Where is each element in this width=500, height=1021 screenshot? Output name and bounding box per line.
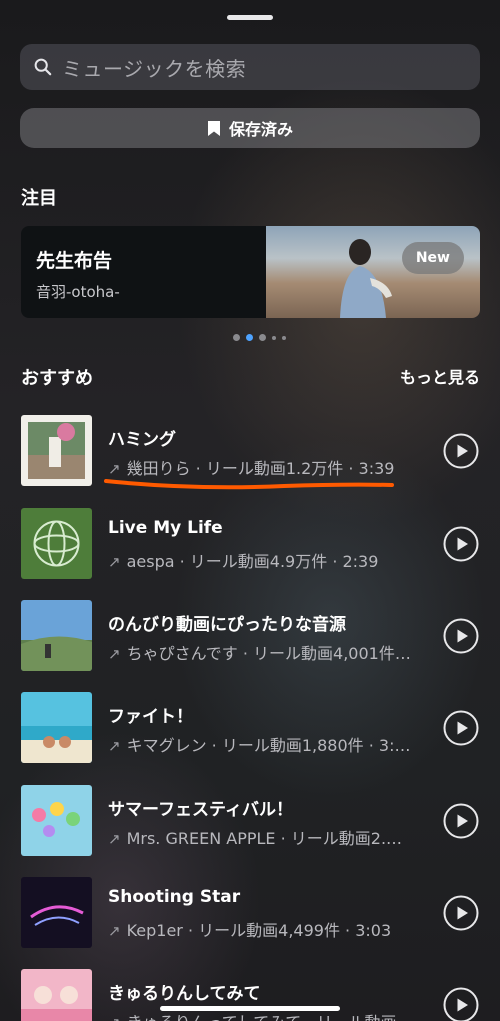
page-dot-active [246, 334, 253, 341]
album-cover [21, 785, 92, 856]
track-title: ハミング [108, 430, 176, 450]
saved-button-label: 保存済み [228, 120, 293, 139]
track-subtitle: きゅるりんってしてみて · リール動画… [127, 1013, 413, 1021]
featured-section-title: 注目 [21, 188, 57, 209]
track-title: のんびり動画にぴったりな音源 [108, 615, 346, 635]
play-icon[interactable] [443, 803, 479, 839]
search-bar[interactable]: ミュージックを検索 [20, 44, 480, 90]
album-cover [21, 508, 92, 579]
search-icon [34, 58, 52, 76]
new-badge: New [401, 242, 464, 274]
album-cover [21, 600, 92, 671]
album-cover [21, 692, 92, 763]
home-indicator[interactable] [160, 1006, 340, 1011]
artist-photo [340, 239, 392, 318]
track-subtitle: Mrs. GREEN APPLE · リール動画2.… [126, 829, 403, 848]
track-title: Live My Life [108, 518, 223, 538]
featured-artwork: New [266, 226, 480, 318]
track-row[interactable]: Live My Life ↗ aespa · リール動画4.9万件 · 2:39 [0, 508, 500, 582]
track-title: きゅるりんしてみて [108, 984, 261, 1004]
play-icon[interactable] [443, 618, 479, 654]
trending-arrow-icon: ↗ [108, 645, 121, 663]
trending-arrow-icon: ↗ [108, 830, 121, 848]
saved-button[interactable]: 保存済み [20, 108, 480, 148]
album-cover [21, 415, 92, 486]
featured-card[interactable]: 先生布告 音羽-otoha- New [21, 226, 480, 318]
track-title: Shooting Star [108, 887, 241, 907]
see-more-link[interactable]: もっと見る [400, 364, 480, 388]
sheet-grabber[interactable] [227, 15, 273, 20]
trending-arrow-icon: ↗ [108, 737, 121, 755]
track-row[interactable]: ファイト！ ↗ キマグレン · リール動画1,880件 · 3:… [0, 692, 500, 766]
play-icon[interactable] [443, 895, 479, 931]
track-row[interactable]: きゅるりんしてみて ↗ きゅるりんってしてみて · リール動画… [0, 969, 500, 1021]
trending-arrow-icon: ↗ [108, 922, 121, 940]
play-icon[interactable] [443, 433, 479, 469]
trending-arrow-icon: ↗ [108, 553, 121, 571]
search-input[interactable]: ミュージックを検索 [62, 53, 246, 82]
play-icon[interactable] [443, 710, 479, 746]
track-row[interactable]: サマーフェスティバル！ ↗ Mrs. GREEN APPLE · リール動画2.… [0, 785, 500, 859]
track-subtitle: キマグレン · リール動画1,880件 · 3:… [126, 736, 411, 755]
track-title: サマーフェスティバル！ [108, 800, 293, 820]
annotation-underline [104, 479, 394, 490]
album-cover [21, 877, 92, 948]
trending-arrow-icon: ↗ [108, 1014, 121, 1021]
recommended-section-title: おすすめ [21, 368, 93, 389]
track-title: ファイト！ [108, 707, 193, 727]
page-dot [282, 335, 286, 340]
track-subtitle: ちゃぴさんです · リール動画4,001件… [126, 644, 411, 663]
page-dot [233, 334, 240, 341]
track-subtitle: Kep1er · リール動画4,499件 · 3:03 [126, 921, 392, 940]
play-icon[interactable] [443, 526, 479, 562]
music-picker-sheet: ミュージックを検索 保存済み 注目 先生布告 音羽-otoha- New おすす… [0, 0, 500, 1021]
track-row[interactable]: Shooting Star ↗ Kep1er · リール動画4,499件 · 3:… [0, 877, 500, 951]
track-row[interactable]: のんびり動画にぴったりな音源 ↗ ちゃぴさんです · リール動画4,001件… [0, 600, 500, 674]
carousel-page-indicator [233, 334, 292, 341]
track-subtitle: aespa · リール動画4.9万件 · 2:39 [126, 552, 379, 571]
album-cover [21, 969, 92, 1021]
bookmark-icon [207, 120, 220, 136]
featured-artist: 音羽-otoha- [36, 283, 120, 301]
page-dot [272, 335, 276, 340]
play-icon[interactable] [443, 987, 479, 1021]
page-dot [259, 334, 266, 341]
featured-title: 先生布告 [36, 250, 113, 272]
